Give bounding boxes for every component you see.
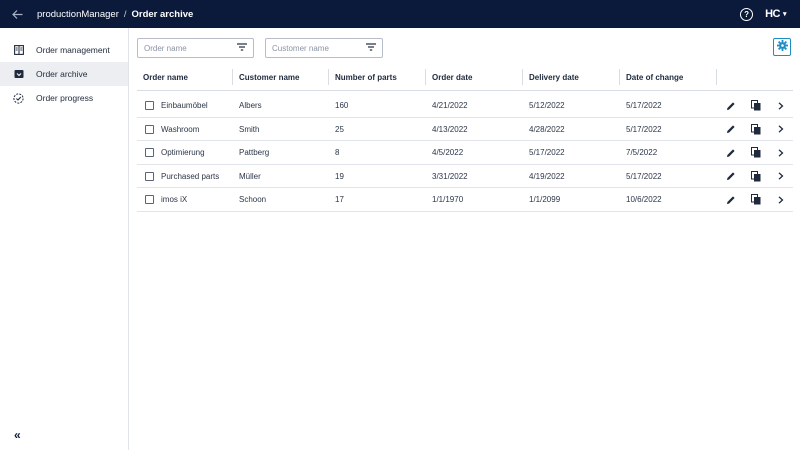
cell-order-date: 3/31/2022	[432, 171, 468, 181]
chevron-down-icon: ▾	[782, 11, 787, 18]
column-header-order-date[interactable]: Order date	[426, 69, 523, 85]
filter-icon[interactable]	[366, 43, 376, 53]
table-row[interactable]: imos iX Schoon 17 1/1/1970 1/1/2099 10/6…	[137, 188, 793, 212]
chevron-right-icon[interactable]	[774, 170, 787, 183]
sidebar-item-order-archive[interactable]: Order archive	[0, 62, 128, 86]
cell-order-name: Einbaumöbel	[161, 101, 208, 110]
row-checkbox[interactable]	[145, 148, 154, 157]
collapse-sidebar-icon[interactable]: «	[14, 428, 21, 442]
row-checkbox[interactable]	[145, 195, 154, 204]
copy-icon[interactable]	[749, 99, 762, 112]
edit-icon[interactable]	[724, 123, 737, 136]
breadcrumb-separator: /	[123, 8, 127, 20]
cell-customer-name: Albers	[239, 101, 262, 110]
cell-customer-name: Smith	[239, 124, 260, 134]
cell-order-name: imos iX	[161, 195, 188, 204]
cell-order-date: 4/21/2022	[432, 101, 468, 110]
edit-icon[interactable]	[724, 99, 737, 112]
cell-customer-name: Müller	[239, 171, 261, 181]
column-header-date-of-change[interactable]: Date of change	[620, 69, 717, 85]
table-header: Order name Customer name Number of parts…	[137, 64, 793, 91]
cell-customer-name: Pattberg	[239, 148, 270, 157]
help-icon[interactable]: ?	[740, 7, 754, 21]
cell-customer-name: Schoon	[239, 195, 267, 204]
customer-name-filter-placeholder: Customer name	[272, 43, 329, 53]
copy-icon[interactable]	[749, 123, 762, 136]
logo-text: HC	[765, 8, 780, 20]
copy-icon[interactable]	[749, 170, 762, 183]
page-title: Order archive	[131, 8, 194, 20]
cell-number-of-parts: 8	[335, 148, 340, 157]
chevron-right-icon[interactable]	[774, 123, 787, 136]
column-header-delivery-date[interactable]: Delivery date	[523, 69, 620, 85]
order-name-filter-placeholder: Order name	[144, 43, 187, 53]
sidebar-item-label: Order archive	[36, 69, 88, 79]
cell-delivery-date: 5/12/2022	[529, 101, 565, 110]
table-row[interactable]: Purchased parts Müller 19 3/31/2022 4/19…	[137, 165, 793, 188]
book-icon	[13, 45, 24, 56]
column-header-order-name[interactable]: Order name	[137, 69, 233, 85]
cell-order-name: Purchased parts	[161, 171, 220, 181]
cell-date-of-change: 7/5/2022	[626, 148, 658, 157]
cell-order-name: Optimierung	[161, 148, 205, 157]
copy-icon[interactable]	[749, 193, 762, 206]
help-glyph: ?	[744, 9, 750, 19]
sidebar-item-label: Order progress	[36, 93, 94, 103]
cell-delivery-date: 5/17/2022	[529, 148, 565, 157]
archive-box-icon	[13, 69, 24, 80]
chevron-right-icon[interactable]	[774, 146, 787, 159]
copy-icon[interactable]	[749, 146, 762, 159]
sidebar-item-order-management[interactable]: Order management	[0, 38, 128, 62]
column-header-number-of-parts[interactable]: Number of parts	[329, 69, 426, 85]
orders-table: Order name Customer name Number of parts…	[137, 64, 793, 212]
chevron-right-icon[interactable]	[774, 99, 787, 112]
top-app-bar: productionManager / Order archive ? HC ▾	[0, 0, 800, 28]
main-content: Order name Customer name Order name Cust…	[130, 28, 800, 450]
cell-delivery-date: 1/1/2099	[529, 195, 561, 204]
cell-delivery-date: 4/19/2022	[529, 171, 565, 181]
cell-date-of-change: 5/17/2022	[626, 101, 662, 110]
cell-number-of-parts: 19	[335, 171, 344, 181]
breadcrumb-app-link[interactable]: productionManager	[37, 9, 119, 20]
table-settings-button[interactable]	[773, 38, 791, 56]
cell-date-of-change: 5/17/2022	[626, 171, 662, 181]
edit-icon[interactable]	[724, 193, 737, 206]
customer-name-filter[interactable]: Customer name	[265, 38, 383, 58]
cell-order-date: 1/1/1970	[432, 195, 464, 204]
edit-icon[interactable]	[724, 146, 737, 159]
row-checkbox[interactable]	[145, 101, 154, 110]
cell-delivery-date: 4/28/2022	[529, 124, 565, 134]
table-row[interactable]: Einbaumöbel Albers 160 4/21/2022 5/12/20…	[137, 94, 793, 118]
row-checkbox[interactable]	[145, 124, 154, 134]
table-row[interactable]: Washroom Smith 25 4/13/2022 4/28/2022 5/…	[137, 118, 793, 141]
cell-date-of-change: 10/6/2022	[626, 195, 662, 204]
cell-number-of-parts: 25	[335, 124, 344, 134]
cell-number-of-parts: 160	[335, 101, 349, 110]
cell-order-date: 4/13/2022	[432, 124, 468, 134]
sidebar-item-label: Order management	[36, 45, 110, 55]
gear-icon	[776, 38, 788, 56]
table-row[interactable]: Optimierung Pattberg 8 4/5/2022 5/17/202…	[137, 141, 793, 165]
order-name-filter[interactable]: Order name	[137, 38, 254, 58]
progress-clock-icon	[13, 92, 24, 104]
chevron-right-icon[interactable]	[774, 193, 787, 206]
sidebar: Order management Order archive Order pro…	[0, 28, 129, 450]
arrow-left-icon[interactable]	[0, 9, 34, 19]
cell-number-of-parts: 17	[335, 195, 344, 204]
breadcrumb: productionManager / Order archive	[34, 9, 193, 20]
filter-icon[interactable]	[237, 43, 247, 53]
sidebar-item-order-progress[interactable]: Order progress	[0, 86, 128, 110]
edit-icon[interactable]	[724, 170, 737, 183]
brand-logo-menu[interactable]: HC ▾	[765, 8, 786, 20]
cell-date-of-change: 5/17/2022	[626, 124, 662, 134]
row-checkbox[interactable]	[145, 171, 154, 181]
cell-order-name: Washroom	[161, 124, 200, 134]
cell-order-date: 4/5/2022	[432, 148, 464, 157]
column-header-customer-name[interactable]: Customer name	[233, 69, 329, 85]
